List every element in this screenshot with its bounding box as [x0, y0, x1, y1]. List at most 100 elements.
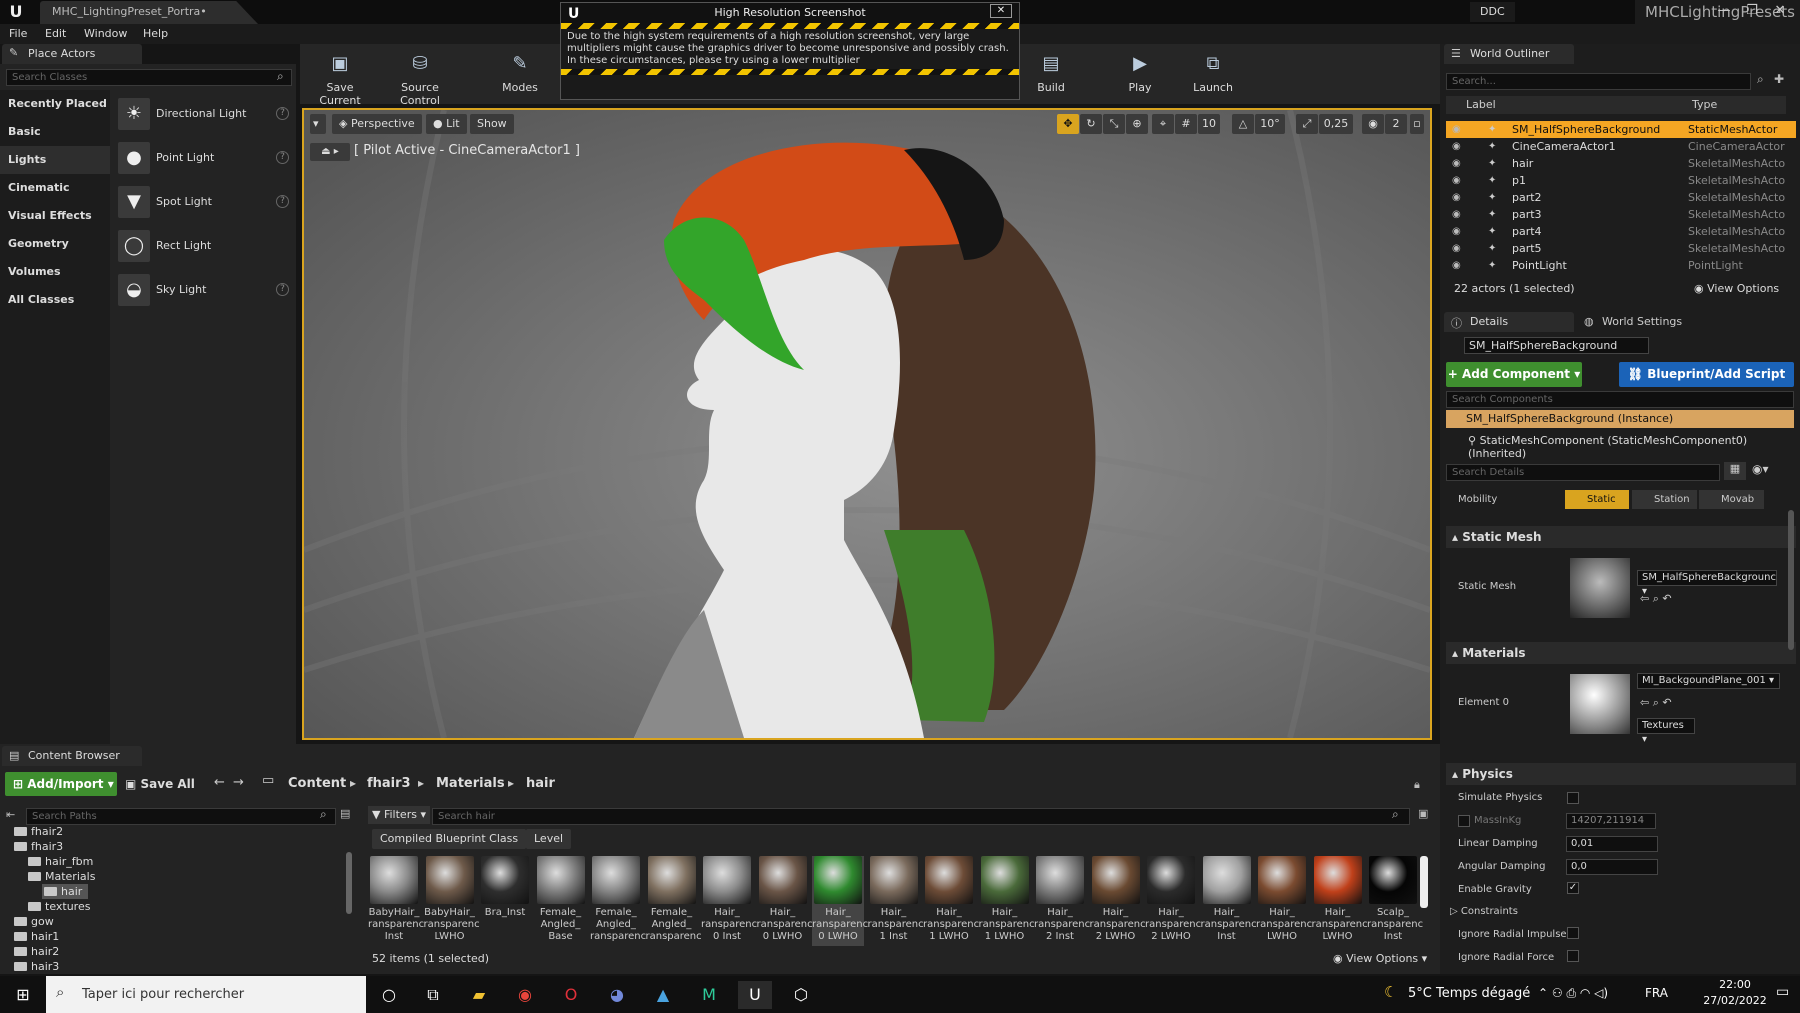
outliner-row[interactable]: ◉ ✦ part5 SkeletalMeshActo	[1446, 240, 1796, 257]
type-column[interactable]: Type	[1692, 96, 1717, 114]
menu-edit[interactable]: Edit	[36, 24, 75, 44]
tree-folder-item[interactable]: hair1	[14, 929, 59, 944]
asset-tile[interactable]: Hair_ ransparenc 1 LWHO	[923, 856, 979, 946]
breadcrumb-materials[interactable]: Materials	[436, 776, 505, 791]
breadcrumb-content[interactable]: Content	[288, 776, 346, 791]
3d-app-icon[interactable]: ⬡	[784, 981, 818, 1009]
search-assets-input[interactable]: Search hair	[432, 808, 1410, 825]
visibility-eye-icon[interactable]: ◉	[1452, 257, 1461, 274]
enable-gravity-checkbox[interactable]: ✓	[1567, 882, 1579, 894]
maximize-viewport-icon[interactable]: ▫	[1410, 114, 1424, 134]
label-column[interactable]: Label	[1466, 96, 1496, 114]
visibility-eye-icon[interactable]: ◉	[1452, 138, 1461, 155]
scale-snap-icon[interactable]: ⤢	[1296, 114, 1318, 134]
clock-date[interactable]: 27/02/2022	[1700, 994, 1770, 1007]
launch-button[interactable]: ⧉ Launch	[1178, 44, 1248, 102]
asset-tile[interactable]: Hair_ ransparenc 1 LWHO	[979, 856, 1035, 946]
task-view-icon[interactable]: ⧉	[416, 981, 450, 1009]
world-outliner-tab[interactable]: World Outliner	[1444, 44, 1574, 64]
tree-folder-item[interactable]: textures	[28, 899, 90, 914]
content-browser-tab[interactable]: Content Browser	[2, 746, 142, 766]
unreal-engine-icon[interactable]: U	[738, 981, 772, 1009]
filter-chip-level[interactable]: Level	[526, 829, 572, 849]
mobility-stationary[interactable]: Station	[1632, 490, 1697, 509]
outliner-search-input[interactable]: Search...	[1446, 73, 1751, 90]
ignore-impulse-checkbox[interactable]	[1567, 927, 1579, 939]
static-mesh-dropdown[interactable]: SM_HalfSphereBackgrounc ▾	[1637, 570, 1777, 597]
source-control-button[interactable]: ⛁ Source Control	[385, 44, 455, 107]
clock-time[interactable]: 22:00	[1700, 978, 1770, 991]
visibility-eye-icon[interactable]: ◉	[1452, 172, 1461, 189]
category-basic[interactable]: Basic	[0, 118, 110, 146]
visibility-eye-icon[interactable]: ◉	[1452, 240, 1461, 257]
visibility-eye-icon[interactable]: ◉	[1452, 223, 1461, 240]
search-paths-input[interactable]: Search Paths	[26, 808, 336, 825]
outliner-row[interactable]: ◉ ✦ PointLight PointLight	[1446, 257, 1796, 274]
tree-folder-item[interactable]: hair3	[14, 959, 59, 974]
back-arrow-icon[interactable]: ←	[214, 775, 225, 790]
simulate-physics-checkbox[interactable]	[1567, 792, 1579, 804]
tree-folder-item[interactable]: hair2	[14, 944, 59, 959]
details-tab[interactable]: Details	[1444, 312, 1574, 332]
tree-folder-item[interactable]: hair_fbm	[28, 854, 93, 869]
content-view-options[interactable]: ◉ View Options ▾	[1333, 952, 1427, 965]
search-details-input[interactable]: Search Details	[1446, 464, 1720, 481]
visibility-eye-icon[interactable]: ◉	[1452, 189, 1461, 206]
outliner-row[interactable]: ◉ ✦ CineCameraActor1 CineCameraActor	[1446, 138, 1796, 155]
help-icon[interactable]: ?	[276, 195, 289, 208]
component-row[interactable]: ⚲ StaticMeshComponent (StaticMeshCompone…	[1468, 434, 1800, 460]
category-lights[interactable]: Lights	[0, 146, 110, 174]
help-icon[interactable]: ?	[276, 107, 289, 120]
tree-folder-item[interactable]: hair	[42, 884, 89, 899]
play-button[interactable]: ▶ Play	[1105, 44, 1175, 102]
mesh-asset-actions-icon[interactable]: ⇦ ⌕ ↶	[1640, 592, 1672, 606]
world-settings-tab[interactable]: ◍ World Settings	[1580, 312, 1682, 332]
tree-scrollbar[interactable]	[346, 852, 352, 914]
visibility-eye-icon[interactable]: ◉	[1452, 155, 1461, 172]
mass-override-checkbox[interactable]	[1458, 815, 1470, 827]
camera-speed-icon[interactable]: ◉	[1362, 114, 1384, 134]
outliner-view-options[interactable]: ◉ View Options	[1694, 282, 1779, 295]
asset-tile[interactable]: Hair_ ransparenc 1 Inst	[868, 856, 924, 946]
details-scrollbar[interactable]	[1788, 510, 1794, 650]
asset-tile[interactable]: Hair_ ransparenc 2 LWHO	[1090, 856, 1146, 946]
visibility-eye-icon[interactable]: ◉	[1452, 206, 1461, 223]
rotation-snap-icon[interactable]: △	[1232, 114, 1254, 134]
asset-tile[interactable]: Scalp_ ransparenc Inst	[1367, 856, 1423, 946]
lock-icon[interactable]: 🔒︎	[1414, 778, 1420, 792]
outliner-row[interactable]: ◉ ✦ p1 SkeletalMeshActo	[1446, 172, 1796, 189]
asset-tile[interactable]: Hair_ ransparenc 2 Inst	[1034, 856, 1090, 946]
opera-icon[interactable]: O	[554, 981, 588, 1009]
tree-folder-item[interactable]: Materials	[28, 869, 95, 884]
ignore-force-checkbox[interactable]	[1567, 950, 1579, 962]
scale-snap-value[interactable]: 0,25	[1319, 114, 1353, 134]
asset-tile[interactable]: Female_ Angled_ Base	[535, 856, 587, 946]
asset-tile[interactable]: Female_ Angled_ ransparenc	[590, 856, 646, 946]
outliner-row[interactable]: ◉ ✦ part2 SkeletalMeshActo	[1446, 189, 1796, 206]
asset-tile[interactable]: Female_ Angled_ ransparenc	[646, 856, 702, 946]
filters-button[interactable]: ▼ Filters ▾	[368, 806, 430, 824]
cortana-icon[interactable]: ○	[372, 981, 406, 1009]
textures-dropdown[interactable]: Textures ▾	[1637, 718, 1695, 745]
save-search-icon[interactable]: ▣	[1418, 807, 1428, 820]
sources-toggle-icon[interactable]: ⇤	[6, 808, 15, 821]
actor-spot-light[interactable]: ▼ Spot Light?	[115, 182, 295, 222]
outliner-row[interactable]: ◉ ✦ hair SkeletalMeshActo	[1446, 155, 1796, 172]
mobility-movable[interactable]: Movab	[1699, 490, 1764, 509]
category-all-classes[interactable]: All Classes	[0, 286, 110, 314]
visibility-eye-icon[interactable]: ◉	[1452, 121, 1461, 138]
document-tab[interactable]: MHC_LightingPreset_Portra•	[40, 1, 258, 24]
assets-scrollbar[interactable]	[1420, 856, 1428, 908]
forward-arrow-icon[interactable]: →	[233, 775, 244, 790]
outliner-row[interactable]: ◉ ✦ part4 SkeletalMeshActo	[1446, 223, 1796, 240]
actor-name-field[interactable]: SM_HalfSphereBackground	[1464, 337, 1649, 354]
show-button[interactable]: Show	[470, 114, 514, 134]
path-view-icon[interactable]: ▤	[340, 807, 350, 820]
asset-tile[interactable]: Hair_ ransparenc 2 LWHO	[1145, 856, 1201, 946]
asset-tile[interactable]: BabyHair_ ransparenc Inst	[368, 856, 424, 946]
asset-tile[interactable]: Hair_ ransparenc LWHO	[1312, 856, 1368, 946]
world-space-icon[interactable]: ⊕	[1126, 114, 1148, 134]
windows-start-icon[interactable]: ⊞	[6, 981, 40, 1009]
linear-damping-field[interactable]: 0,01	[1566, 836, 1658, 852]
add-actor-icon[interactable]: ✚	[1774, 72, 1784, 86]
